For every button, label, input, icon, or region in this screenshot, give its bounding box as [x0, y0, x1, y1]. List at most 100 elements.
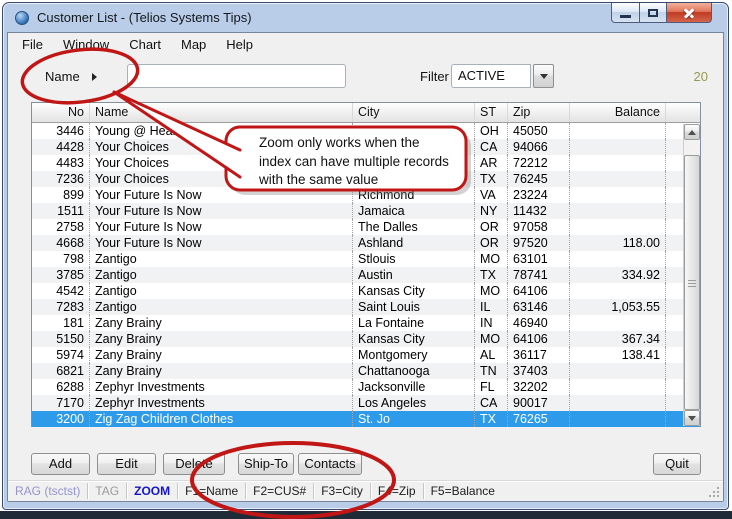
cell-name: Your Future Is Now [90, 235, 353, 251]
scrollbar-thumb[interactable] [684, 155, 700, 410]
cell-zip: 72212 [508, 155, 570, 171]
col-header-zip[interactable]: Zip [508, 103, 570, 122]
ship-to-button[interactable]: Ship-To [238, 453, 294, 475]
cell-name: Zephyr Investments [90, 379, 353, 395]
table-row[interactable]: 7236Your ChoicesTX76245 [32, 171, 700, 187]
cell-city: Chattanooga [353, 363, 475, 379]
table-row[interactable]: 7283ZantigoSaint LouisIL631461,053.55 [32, 299, 700, 315]
table-body: 3446Young @ HeartMonroeOH450504428Your C… [32, 123, 700, 427]
table-row[interactable]: 4542ZantigoKansas CityMO64106 [32, 283, 700, 299]
cell-st: IL [475, 299, 508, 315]
cell-city: Jamaica [353, 203, 475, 219]
arrow-up-icon [688, 130, 696, 135]
cell-no: 3446 [32, 123, 90, 139]
table-row[interactable]: 899Your Future Is NowRichmondVA23224 [32, 187, 700, 203]
index-selector-button[interactable]: Name [45, 69, 97, 84]
resize-grip[interactable] [717, 495, 719, 497]
cell-no: 6288 [32, 379, 90, 395]
cell-name: Zany Brainy [90, 363, 353, 379]
cell-name: Zantigo [90, 299, 353, 315]
filter-label: Filter [420, 69, 449, 84]
table-row[interactable]: 5974Zany BrainyMontgomeryAL36117138.41 [32, 347, 700, 363]
cell-no: 5150 [32, 331, 90, 347]
table-row[interactable]: 4483Your ChoicesAR72212 [32, 155, 700, 171]
table-row[interactable]: 798ZantigoStlouisMO63101 [32, 251, 700, 267]
search-input[interactable] [127, 64, 346, 88]
quit-button[interactable]: Quit [653, 453, 701, 475]
cell-zip: 45050 [508, 123, 570, 139]
scroll-up-button[interactable] [684, 124, 700, 140]
cell-no: 899 [32, 187, 90, 203]
menu-item-file[interactable]: File [12, 34, 53, 55]
table-row[interactable]: 3200Zig Zag Children ClothesSt. JoTX7626… [32, 411, 700, 427]
window-controls [612, 3, 712, 23]
cell-no: 7283 [32, 299, 90, 315]
maximize-icon [648, 9, 658, 17]
cell-name: Zantigo [90, 283, 353, 299]
cell-zip: 64106 [508, 283, 570, 299]
col-header-st[interactable]: ST [475, 103, 508, 122]
cell-city: Saint Louis [353, 299, 475, 315]
menu-item-map[interactable]: Map [171, 34, 216, 55]
cell-name: Zany Brainy [90, 347, 353, 363]
table-row[interactable]: 6288Zephyr InvestmentsJacksonvilleFL3220… [32, 379, 700, 395]
contacts-button[interactable]: Contacts [298, 453, 362, 475]
cell-name: Zantigo [90, 251, 353, 267]
table-row[interactable]: 2758Your Future Is NowThe DallesOR97058 [32, 219, 700, 235]
cell-no: 1511 [32, 203, 90, 219]
app-window: Customer List - (Telios Systems Tips) Fi… [2, 2, 729, 510]
cell-bal [570, 363, 666, 379]
cell-bal: 1,053.55 [570, 299, 666, 315]
filter-combobox[interactable]: ACTIVE [451, 64, 531, 88]
menu-item-chart[interactable]: Chart [119, 34, 171, 55]
table-row[interactable]: 5150Zany BrainyKansas CityMO64106367.34 [32, 331, 700, 347]
cell-city: Montgomery [353, 347, 475, 363]
cell-no: 4483 [32, 155, 90, 171]
table-row[interactable]: 181Zany BrainyLa FontaineIN46940 [32, 315, 700, 331]
scroll-down-button[interactable] [684, 410, 700, 426]
table-row[interactable]: 4428Your ChoicesCA94066 [32, 139, 700, 155]
table-row[interactable]: 4668Your Future Is NowAshlandOR97520118.… [32, 235, 700, 251]
client-area: FileWindowChartMapHelp Name Filter ACTIV… [7, 32, 724, 502]
col-header-balance[interactable]: Balance [570, 103, 666, 122]
cell-st: IN [475, 315, 508, 331]
cell-bal [570, 379, 666, 395]
record-count: 20 [648, 69, 708, 84]
cell-city: The Dalles [353, 219, 475, 235]
table-row[interactable]: 6821Zany BrainyChattanoogaTN37403 [32, 363, 700, 379]
col-header-city[interactable]: City [353, 103, 475, 122]
menu-bar: FileWindowChartMapHelp [8, 33, 723, 56]
cell-bal [570, 315, 666, 331]
statusbar-item-rag-tsctst: RAG (tsctst) [8, 484, 87, 498]
cell-name: Zany Brainy [90, 315, 353, 331]
delete-button[interactable]: Delete [163, 453, 225, 475]
maximize-button[interactable] [639, 3, 667, 23]
col-header-name[interactable]: Name [90, 103, 353, 122]
minimize-button[interactable] [611, 3, 640, 23]
cell-zip: 11432 [508, 203, 570, 219]
title-bar[interactable]: Customer List - (Telios Systems Tips) [3, 3, 728, 32]
cell-name: Your Choices [90, 139, 353, 155]
menu-item-window[interactable]: Window [53, 34, 119, 55]
cell-city: Stlouis [353, 251, 475, 267]
desktop-edge-strip [0, 511, 732, 519]
table-row[interactable]: 3785ZantigoAustinTX78741334.92 [32, 267, 700, 283]
statusbar-item-tag: TAG [88, 484, 126, 498]
cell-no: 2758 [32, 219, 90, 235]
table-row[interactable]: 7170Zephyr InvestmentsLos AngelesCA90017 [32, 395, 700, 411]
vertical-scrollbar[interactable] [683, 124, 700, 426]
cell-zip: 78741 [508, 267, 570, 283]
cell-bal [570, 251, 666, 267]
cell-city: Ashland [353, 235, 475, 251]
edit-button[interactable]: Edit [97, 453, 156, 475]
table-row[interactable]: 3446Young @ HeartMonroeOH45050 [32, 123, 700, 139]
filter-dropdown-button[interactable] [533, 64, 554, 88]
menu-item-help[interactable]: Help [216, 34, 263, 55]
table-row[interactable]: 1511Your Future Is NowJamaicaNY11432 [32, 203, 700, 219]
add-button[interactable]: Add [31, 453, 90, 475]
cell-city: Monroe [353, 123, 475, 139]
close-button[interactable] [666, 3, 712, 23]
col-header-no[interactable]: No [32, 103, 90, 122]
cell-no: 4668 [32, 235, 90, 251]
cell-st: OR [475, 219, 508, 235]
